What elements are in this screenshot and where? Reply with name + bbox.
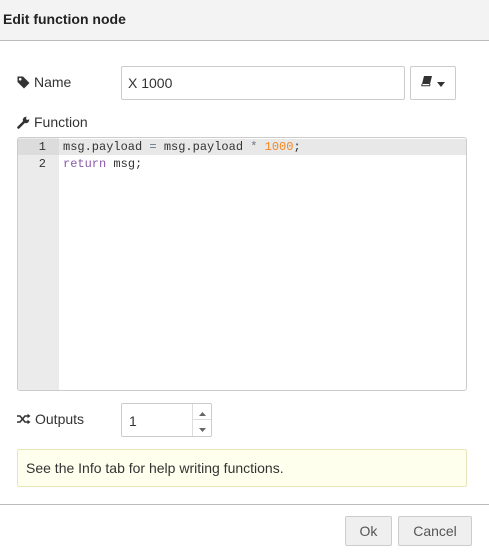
outputs-label: Outputs [35,411,85,427]
spinner-controls [192,404,211,436]
outputs-label-row: Outputs [17,411,84,427]
name-input[interactable] [121,66,405,100]
function-label-row: Function [17,114,88,130]
line-number: 2 [38,157,46,171]
caret-up-icon [198,403,206,421]
cancel-button[interactable]: Cancel [398,516,472,546]
code-token: msg.payload [156,140,251,154]
code-token: msg; [106,157,143,171]
wrench-icon [17,116,30,129]
outputs-value: 1 [129,413,137,429]
code-token: = [149,140,157,154]
dialog-title: Edit function node [3,11,126,27]
editor-gutter [18,138,59,390]
code-token: ; [293,140,301,154]
library-button[interactable] [410,66,456,100]
caret-down-icon [198,419,206,437]
code-text: msg.payload = msg.payload * 1000; [63,139,301,156]
book-icon [421,74,433,92]
name-label: Name [34,74,72,90]
outputs-spinner-input[interactable]: 1 [121,403,212,437]
code-line[interactable]: 2 return msg; [18,156,466,173]
ok-button[interactable]: Ok [345,516,392,546]
code-editor[interactable]: 1 msg.payload = msg.payload * 1000; 2 re… [17,137,467,391]
code-line[interactable]: 1 msg.payload = msg.payload * 1000; [18,139,466,156]
code-token: 1000 [264,140,294,154]
increment-button[interactable] [193,404,211,420]
random-icon [17,413,31,425]
name-label-row: Name [17,74,71,90]
tag-icon [17,76,30,89]
code-token: return [63,157,107,171]
dialog-header: Edit function node [0,0,489,41]
line-number: 1 [38,140,46,154]
function-label: Function [34,114,88,130]
code-text: return msg; [63,156,142,173]
help-tip: See the Info tab for help writing functi… [17,449,467,487]
footer-divider [0,504,489,505]
caret-down-icon [437,74,445,92]
code-token: msg.payload [63,140,143,154]
decrement-button[interactable] [193,420,211,436]
